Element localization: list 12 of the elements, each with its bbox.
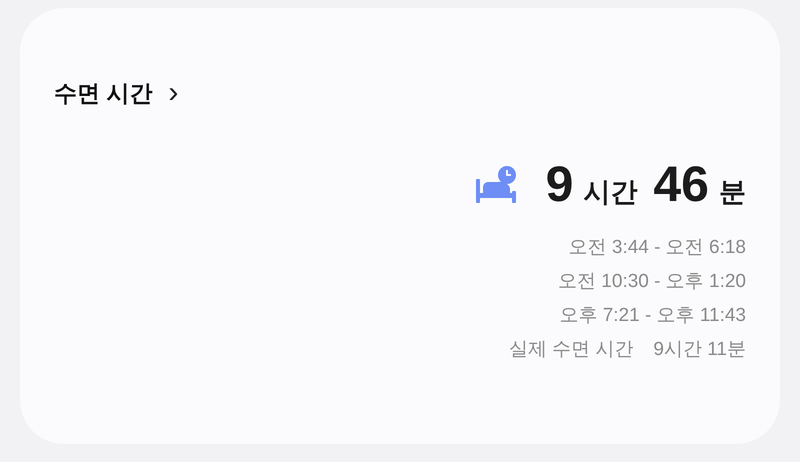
hours-unit: 시간 [583,176,638,208]
sleep-period: 오전 10:30 - 오후 1:20 [558,270,746,294]
bed-clock-icon [474,165,518,206]
actual-sleep-label: 실제 수면 시간 [508,338,634,362]
card-title[interactable]: 수면 시간 [54,76,152,110]
hours-value: 9 [546,158,574,208]
sleep-period: 오전 3:44 - 오전 6:18 [568,236,746,260]
minutes-value: 46 [653,158,709,208]
sleep-period: 오후 7:21 - 오후 11:43 [559,304,746,328]
actual-sleep-value: 9시간 11분 [653,338,746,362]
minutes-unit: 분 [719,176,746,208]
chevron-icon[interactable]: › [168,81,178,106]
